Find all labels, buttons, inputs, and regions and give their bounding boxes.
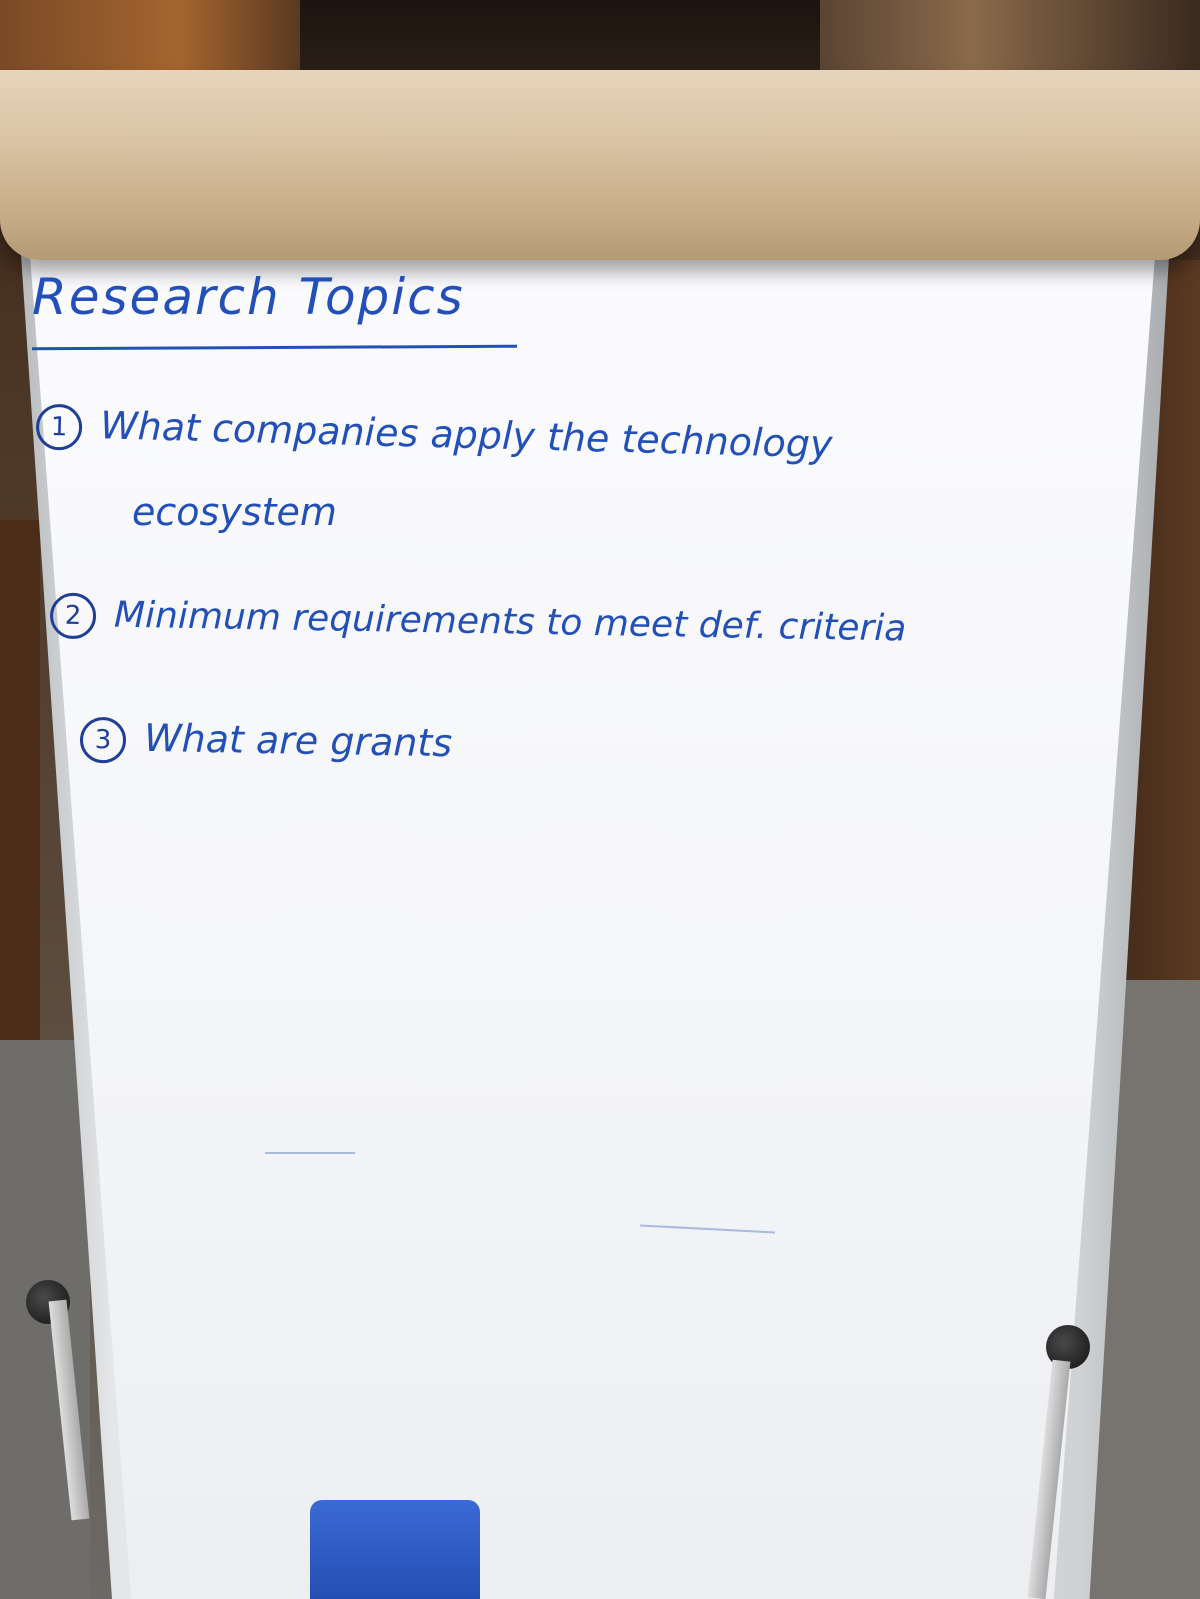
item-number-2: 2	[49, 592, 97, 640]
board-title: Research Topics	[32, 268, 465, 326]
faint-marker-smudge	[265, 1152, 355, 1154]
background-cabinet-left	[0, 520, 40, 1040]
topic-item-1-continuation: ecosystem	[132, 490, 337, 534]
topic-item-3: 3 What are grants	[79, 715, 453, 769]
item-number-1: 1	[35, 403, 83, 451]
paper-roll	[0, 70, 1200, 260]
topic-item-3-text: What are grants	[143, 715, 453, 766]
whiteboard-eraser	[310, 1500, 480, 1599]
item-number-3: 3	[79, 716, 127, 764]
photo-scene: Research Topics 1 What companies apply th…	[0, 0, 1200, 1599]
